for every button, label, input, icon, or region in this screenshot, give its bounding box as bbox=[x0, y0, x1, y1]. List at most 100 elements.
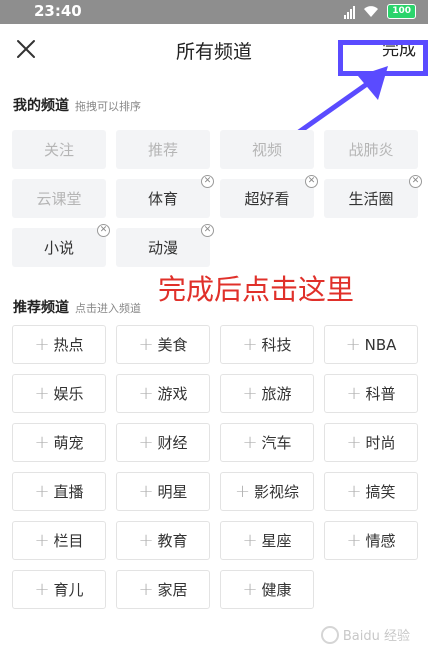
recommended-channel-label: 娱乐 bbox=[53, 385, 84, 403]
plus-icon: + bbox=[138, 432, 154, 453]
recommended-channel-item[interactable]: + 健康 bbox=[220, 570, 314, 609]
my-channels-title: 我的频道 bbox=[13, 98, 69, 114]
my-channel-label: 视频 bbox=[251, 141, 282, 159]
plus-icon: + bbox=[138, 383, 154, 404]
my-channel-label: 体育 bbox=[147, 190, 178, 208]
plus-icon: + bbox=[346, 432, 362, 453]
my-channel-label: 生活圈 bbox=[348, 190, 394, 208]
recommended-channel-item[interactable]: + 游戏 bbox=[116, 374, 210, 413]
recommended-channel-item[interactable]: + 娱乐 bbox=[12, 374, 106, 413]
recommended-channel-item[interactable]: + NBA bbox=[324, 325, 418, 364]
my-channel-item[interactable]: 动漫 ✕ bbox=[116, 224, 214, 267]
battery-icon: 100 bbox=[387, 4, 416, 19]
recommended-channel-label: 栏目 bbox=[53, 532, 84, 550]
recommended-channel-label: 健康 bbox=[261, 581, 292, 599]
recommended-channel-label: 旅游 bbox=[261, 385, 292, 403]
recommended-channel-item[interactable]: + 家居 bbox=[116, 570, 210, 609]
my-channel-item[interactable]: 视频 bbox=[220, 130, 314, 169]
recommended-channel-item[interactable]: + 财经 bbox=[116, 423, 210, 462]
remove-channel-icon[interactable]: ✕ bbox=[305, 175, 318, 188]
wifi-icon bbox=[364, 5, 379, 17]
recommended-channel-label: 明星 bbox=[157, 483, 188, 501]
my-channel-item[interactable]: 关注 bbox=[12, 130, 106, 169]
annotation-text: 完成后点击这里 bbox=[158, 273, 355, 306]
recommended-channel-item[interactable]: + 育儿 bbox=[12, 570, 106, 609]
my-channel-item[interactable]: 体育 ✕ bbox=[116, 175, 214, 218]
remove-channel-icon[interactable]: ✕ bbox=[201, 175, 214, 188]
recommended-channel-label: 星座 bbox=[261, 532, 292, 550]
plus-icon: + bbox=[138, 579, 154, 600]
my-channel-item[interactable]: 生活圈 ✕ bbox=[324, 175, 422, 218]
recommended-channel-label: 科技 bbox=[261, 336, 292, 354]
my-channel-label: 小说 bbox=[43, 239, 74, 257]
recommended-channel-label: 家居 bbox=[157, 581, 188, 599]
done-button[interactable]: 完成 bbox=[382, 35, 416, 60]
recommended-heading: 推荐频道 点击进入频道 bbox=[13, 297, 141, 317]
plus-icon: + bbox=[346, 530, 362, 551]
recommended-channel-item[interactable]: + 美食 bbox=[116, 325, 210, 364]
recommended-channel-label: 热点 bbox=[53, 336, 84, 354]
my-channel-item[interactable]: 小说 ✕ bbox=[12, 224, 110, 267]
plus-icon: + bbox=[234, 481, 251, 502]
recommended-channel-item[interactable]: + 直播 bbox=[12, 472, 106, 511]
recommended-channel-item[interactable]: + 萌宠 bbox=[12, 423, 106, 462]
recommended-channel-label: 直播 bbox=[53, 483, 84, 501]
my-channel-label: 超好看 bbox=[244, 190, 290, 208]
header: 所有频道 完成 bbox=[0, 24, 428, 76]
my-channel-label: 推荐 bbox=[147, 141, 178, 159]
recommended-channel-label: 育儿 bbox=[53, 581, 84, 599]
my-channel-item[interactable]: 推荐 bbox=[116, 130, 210, 169]
watermark-text: Baidu 经验 bbox=[342, 629, 410, 644]
my-channel-item[interactable]: 超好看 ✕ bbox=[220, 175, 318, 218]
recommended-channel-item[interactable]: + 搞笑 bbox=[324, 472, 418, 511]
recommended-grid: + 热点 + 美食 + 科技 + NBA + 娱乐 + 游戏 + 旅游 + 科普 + 萌宠 + 财经 + 汽车 + 时尚 + 直播… bbox=[12, 325, 418, 609]
plus-icon: + bbox=[242, 432, 258, 453]
recommended-channel-label: 科普 bbox=[365, 385, 396, 403]
recommended-channel-item[interactable]: + 热点 bbox=[12, 325, 106, 364]
recommended-channel-label: 游戏 bbox=[157, 385, 188, 403]
plus-icon: + bbox=[242, 579, 258, 600]
plus-icon: + bbox=[345, 334, 361, 355]
recommended-channel-label: 萌宠 bbox=[53, 434, 84, 452]
my-channels-heading: 我的频道 拖拽可以排序 bbox=[13, 95, 141, 115]
recommended-channel-label: 搞笑 bbox=[365, 483, 396, 501]
recommended-channel-label: 情感 bbox=[365, 532, 396, 550]
page-title: 所有频道 bbox=[175, 41, 252, 63]
signal-icon bbox=[344, 5, 356, 19]
recommended-channel-item[interactable]: + 星座 bbox=[220, 521, 314, 560]
recommended-channel-item[interactable]: + 影视综 bbox=[220, 472, 314, 511]
recommended-channel-label: 教育 bbox=[157, 532, 188, 550]
plus-icon: + bbox=[34, 432, 50, 453]
watermark: Baidu 经验 bbox=[320, 625, 410, 644]
plus-icon: + bbox=[34, 579, 50, 600]
recommended-channel-item[interactable]: + 科普 bbox=[324, 374, 418, 413]
recommended-channel-item[interactable]: + 栏目 bbox=[12, 521, 106, 560]
plus-icon: + bbox=[34, 481, 50, 502]
status-bar: 23:40 100 bbox=[0, 0, 428, 24]
plus-icon: + bbox=[34, 383, 50, 404]
recommended-channel-item[interactable]: + 情感 bbox=[324, 521, 418, 560]
my-channel-item[interactable]: 战肺炎 bbox=[324, 130, 418, 169]
plus-icon: + bbox=[242, 334, 258, 355]
my-channel-item[interactable]: 云课堂 bbox=[12, 179, 106, 218]
remove-channel-icon[interactable]: ✕ bbox=[409, 175, 422, 188]
recommended-channel-item[interactable]: + 教育 bbox=[116, 521, 210, 560]
plus-icon: + bbox=[34, 530, 50, 551]
remove-channel-icon[interactable]: ✕ bbox=[201, 224, 214, 237]
recommended-channel-item[interactable]: + 科技 bbox=[220, 325, 314, 364]
my-channels-grid: 关注 推荐 视频 战肺炎云课堂 体育 ✕ 超好看 ✕ 生活圈 ✕ 小说 ✕ 动漫 ✕ bbox=[12, 130, 422, 267]
my-channel-label: 云课堂 bbox=[36, 190, 82, 208]
recommended-channel-item[interactable]: + 旅游 bbox=[220, 374, 314, 413]
recommended-channel-item[interactable]: + 时尚 bbox=[324, 423, 418, 462]
plus-icon: + bbox=[346, 481, 362, 502]
my-channel-label: 动漫 bbox=[147, 239, 178, 257]
my-channels-hint: 拖拽可以排序 bbox=[75, 100, 141, 113]
plus-icon: + bbox=[138, 481, 154, 502]
recommended-channel-label: 汽车 bbox=[261, 434, 292, 452]
remove-channel-icon[interactable]: ✕ bbox=[97, 224, 110, 237]
recommended-channel-item[interactable]: + 明星 bbox=[116, 472, 210, 511]
recommended-channel-item[interactable]: + 汽车 bbox=[220, 423, 314, 462]
recommended-channel-label: 美食 bbox=[157, 336, 188, 354]
status-icons: 100 bbox=[344, 4, 416, 19]
baidu-paw-icon bbox=[320, 625, 339, 644]
